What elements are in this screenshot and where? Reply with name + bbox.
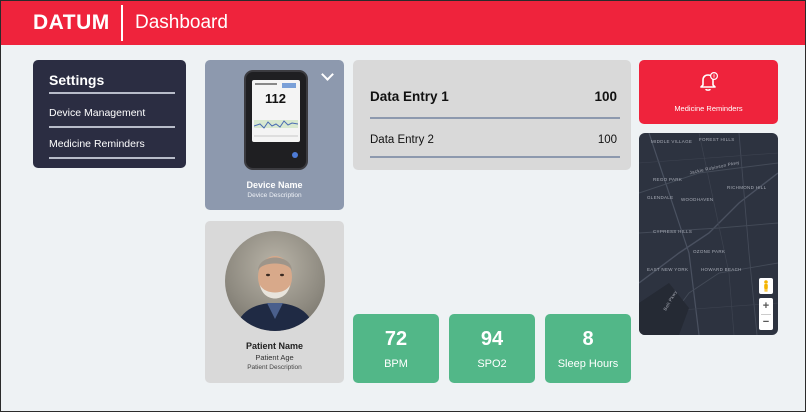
map-zoom-control: + − (759, 298, 773, 330)
device-card[interactable]: 112 Device Name Device Description (205, 60, 344, 210)
map-label: EAST NEW YORK (647, 267, 689, 272)
device-screen: 112 (252, 80, 300, 142)
settings-menu: Settings Device Management Medicine Remi… (33, 60, 186, 168)
map-label: HOWARD BEACH (701, 267, 742, 272)
stat-label: SPO2 (477, 358, 507, 370)
settings-item-device-management[interactable]: Device Management (49, 107, 145, 119)
pegman-figure-icon (764, 280, 768, 292)
stat-label: BPM (384, 358, 408, 370)
stat-card-spo2[interactable]: 94 SPO2 (449, 314, 535, 383)
data-entry-value: 100 (597, 134, 617, 146)
map-label: WOODHAVEN (681, 197, 714, 202)
stat-value: 8 (582, 328, 594, 350)
data-entry-divider (370, 117, 620, 119)
header-divider (121, 5, 123, 41)
app-logo[interactable]: DATUM (33, 11, 117, 35)
patient-age: Patient Age (255, 353, 294, 362)
settings-title: Settings (49, 72, 105, 88)
settings-item-medicine-reminders[interactable]: Medicine Reminders (49, 138, 145, 150)
patient-name: Patient Name (245, 341, 304, 351)
patient-description: Patient Description (247, 364, 302, 371)
zoom-in-button[interactable]: + (759, 298, 773, 314)
stat-label: Sleep Hours (557, 358, 619, 370)
device-description: Device Description (247, 192, 302, 199)
bell-icon: 0 (700, 71, 719, 91)
map-label: RICHMOND HILL (727, 185, 767, 190)
zoom-out-button[interactable]: − (759, 314, 773, 330)
map-label: MIDDLE VILLAGE (651, 139, 693, 144)
data-entry-divider (370, 156, 620, 158)
settings-divider (49, 126, 175, 128)
data-entries-card: Data Entry 1 100 Data Entry 2 100 (353, 60, 631, 170)
street-view-pegman-icon[interactable] (759, 278, 773, 294)
device-name: Device Name (246, 180, 303, 190)
data-entry-value: 100 (594, 89, 617, 104)
map-label: OZONE PARK (693, 249, 726, 254)
patient-avatar (225, 231, 325, 331)
map-view[interactable]: FOREST HILLS MIDDLE VILLAGE Jackie Robin… (639, 133, 778, 335)
stat-card-sleep-hours[interactable]: 8 Sleep Hours (545, 314, 631, 383)
map-label: CYPRESS HILLS (653, 229, 693, 234)
device-image: 112 (244, 70, 308, 170)
page-title: Dashboard (135, 12, 228, 33)
device-button-icon (292, 152, 298, 158)
map-label: FOREST HILLS (699, 137, 735, 142)
data-entry-label: Data Entry 2 (370, 134, 434, 146)
settings-divider (49, 157, 175, 159)
settings-divider (49, 92, 175, 94)
patient-card[interactable]: Patient Name Patient Age Patient Descrip… (205, 221, 344, 383)
map-label: REGO PARK (653, 177, 683, 182)
chevron-down-icon[interactable] (321, 68, 334, 81)
medicine-reminders-label: Medicine Reminders (674, 104, 743, 113)
stat-value: 72 (384, 328, 408, 350)
data-entry-row[interactable]: Data Entry 1 100 (370, 89, 617, 104)
medicine-reminders-button[interactable]: 0 Medicine Reminders (639, 60, 778, 124)
map-roads (639, 133, 778, 335)
stat-value: 94 (480, 328, 504, 350)
map-label: GLENDALE (647, 195, 674, 200)
stat-card-bpm[interactable]: 72 BPM (353, 314, 439, 383)
data-entry-label: Data Entry 1 (370, 89, 449, 104)
device-reading: 112 (265, 91, 286, 106)
app-header: DATUM Dashboard (1, 1, 805, 45)
data-entry-row[interactable]: Data Entry 2 100 (370, 134, 617, 146)
